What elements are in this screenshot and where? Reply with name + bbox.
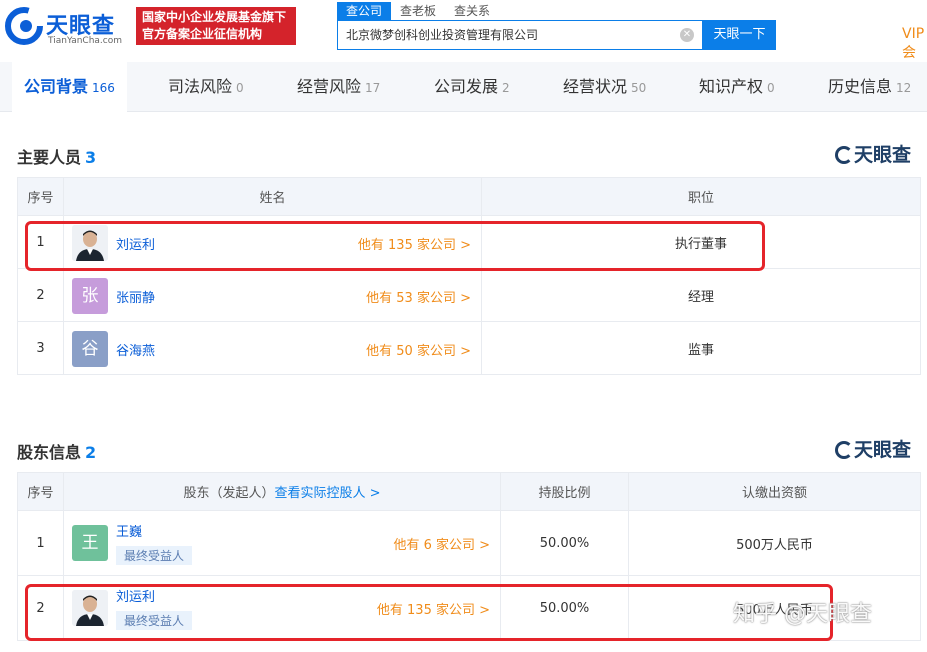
search-tab-boss[interactable]: 查老板 <box>391 2 445 20</box>
tab-count: 0 <box>767 81 775 95</box>
vip-link[interactable]: VIP会 <box>902 26 927 62</box>
search-tab-relation[interactable]: 查关系 <box>445 2 499 20</box>
section-tabs: 公司背景 166 司法风险 0 经营风险 17 公司发展 2 经营状况 50 知识产权 0 … <box>0 62 927 112</box>
shareholders-title-text: 股东信息 <box>17 443 82 462</box>
avatar[interactable]: 王 <box>72 525 108 561</box>
watermark-logo-icon <box>835 441 853 459</box>
col-header-no: 序号 <box>17 177 64 216</box>
tab-judicial-risk[interactable]: 司法风险 0 <box>168 62 244 112</box>
logo[interactable]: 天眼查 TianYanCha.com <box>4 6 130 48</box>
avatar[interactable]: 张 <box>72 278 108 314</box>
shareholder-header-label: 股东（发起人） <box>183 486 275 501</box>
amount-cell: 500万人民币 <box>628 510 921 576</box>
top-bar: 天眼查 TianYanCha.com 国家中小企业发展基金旗下 官方备案企业征信… <box>0 0 927 62</box>
col-header-ratio: 持股比例 <box>500 472 629 511</box>
position-cell: 经理 <box>481 268 921 322</box>
name-cell: 谷 谷海燕 他有 50 家公司 > <box>63 321 482 375</box>
logo-eye-icon <box>5 7 43 45</box>
tab-count: 166 <box>92 81 115 95</box>
tab-label: 司法风险 <box>168 77 233 96</box>
view-controller-link[interactable]: 查看实际控股人 > <box>274 486 380 501</box>
table-row: 2 张 张丽静 他有 53 家公司 > 经理 <box>17 268 921 322</box>
search-button[interactable]: 天眼一下 <box>703 20 776 50</box>
zhihu-watermark: 知乎 @天眼查 <box>733 602 872 627</box>
avatar[interactable]: 谷 <box>72 331 108 367</box>
watermark-text: 天眼查 <box>854 144 912 166</box>
tab-history[interactable]: 历史信息 12 <box>828 62 911 112</box>
col-header-amount: 认缴出资额 <box>628 472 921 511</box>
tab-label: 公司发展 <box>434 77 499 96</box>
tab-count: 2 <box>502 81 510 95</box>
beneficiary-tag: 最终受益人 <box>116 546 193 565</box>
tab-label: 经营风险 <box>297 77 362 96</box>
table-row: 3 谷 谷海燕 他有 50 家公司 > 监事 <box>17 321 921 375</box>
personnel-count: 3 <box>85 148 97 167</box>
tab-company-development[interactable]: 公司发展 2 <box>434 62 510 112</box>
person-name-link[interactable]: 张丽静 <box>116 287 155 306</box>
col-header-shareholder: 股东（发起人）查看实际控股人 > <box>63 472 501 511</box>
tab-count: 0 <box>236 81 244 95</box>
related-companies-link[interactable]: 他有 50 家公司 > <box>366 340 471 359</box>
row-no: 2 <box>17 268 64 322</box>
tab-label: 知识产权 <box>699 77 764 96</box>
shareholders-title: 股东信息 2 <box>17 439 96 463</box>
tab-business-risk[interactable]: 经营风险 17 <box>297 62 380 112</box>
table-header: 序号 姓名 职位 <box>17 177 921 216</box>
clear-icon[interactable]: ✕ <box>680 28 694 42</box>
tab-company-background[interactable]: 公司背景 166 <box>12 62 127 112</box>
badge-line-2: 官方备案企业征信机构 <box>142 27 263 41</box>
tab-count: 50 <box>631 81 647 95</box>
col-header-no: 序号 <box>17 472 64 511</box>
tab-label: 历史信息 <box>828 77 893 96</box>
shareholders-count: 2 <box>85 443 97 462</box>
search-tab-company[interactable]: 查公司 <box>337 2 392 20</box>
tab-label: 公司背景 <box>24 77 89 96</box>
col-header-position: 职位 <box>481 177 921 216</box>
search-input[interactable]: 北京微梦创科创业投资管理有限公司 <box>337 20 703 50</box>
position-cell: 监事 <box>481 321 921 375</box>
tab-business-status[interactable]: 经营状况 50 <box>563 62 646 112</box>
official-badge: 国家中小企业发展基金旗下 官方备案企业征信机构 <box>136 7 296 45</box>
personnel-title-text: 主要人员 <box>17 148 82 167</box>
shareholder-name-link[interactable]: 王巍 <box>116 521 142 540</box>
shareholder-cell: 王 王巍 最终受益人 他有 6 家公司 > <box>63 510 501 576</box>
name-cell: 张 张丽静 他有 53 家公司 > <box>63 268 482 322</box>
row-no: 3 <box>17 321 64 375</box>
person-name-link[interactable]: 谷海燕 <box>116 340 155 359</box>
related-companies-link[interactable]: 他有 53 家公司 > <box>366 287 471 306</box>
tab-intellectual-property[interactable]: 知识产权 0 <box>699 62 775 112</box>
highlight-box <box>25 221 765 271</box>
badge-line-1: 国家中小企业发展基金旗下 <box>142 10 287 24</box>
tab-label: 经营状况 <box>563 77 628 96</box>
col-header-name: 姓名 <box>63 177 482 216</box>
table-row: 1 王 王巍 最终受益人 他有 6 家公司 > 50.00% 500万人民币 <box>17 510 921 576</box>
ratio-cell: 50.00% <box>500 510 629 576</box>
row-no: 1 <box>17 510 64 576</box>
related-companies-link[interactable]: 他有 6 家公司 > <box>393 534 490 553</box>
logo-subtitle: TianYanCha.com <box>48 36 123 46</box>
highlight-box <box>25 584 833 641</box>
search-tabs: 查公司 查老板 查关系 <box>337 2 499 20</box>
table-header: 序号 股东（发起人）查看实际控股人 > 持股比例 认缴出资额 <box>17 472 921 511</box>
watermark-text: 天眼查 <box>854 439 912 461</box>
tab-count: 12 <box>896 81 912 95</box>
tab-count: 17 <box>365 81 381 95</box>
personnel-title: 主要人员 3 <box>17 144 96 168</box>
personnel-table: 序号 姓名 职位 1 刘运利 他有 135 家公司 > 执行董事 2 张 张丽静… <box>17 177 921 375</box>
watermark-logo-icon <box>835 146 853 164</box>
tianyancha-watermark: 天眼查 <box>835 140 911 167</box>
tianyancha-watermark: 天眼查 <box>835 435 911 462</box>
